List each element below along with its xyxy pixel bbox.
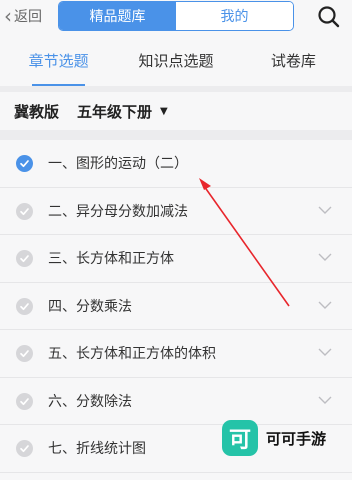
question-source-tabs: 章节选题 知识点选题 试卷库 [0, 34, 352, 86]
chapter-label: 六、分数除法 [48, 393, 132, 410]
edition-label[interactable]: 冀教版 [14, 101, 59, 122]
chevron-down-icon[interactable] [318, 253, 332, 262]
back-label: 返回 [14, 9, 42, 25]
chapter-row[interactable]: 二、异分母分数加减法 [0, 188, 352, 235]
chapter-label: 一、图形的运动（二） [48, 156, 188, 173]
chevron-down-icon[interactable] [318, 396, 332, 405]
tab-paper-bank[interactable]: 试卷库 [235, 34, 352, 86]
check-circle-icon[interactable] [16, 345, 33, 362]
tab-chapter-select[interactable]: 章节选题 [0, 34, 117, 86]
check-circle-icon[interactable] [16, 297, 33, 315]
chapter-label: 二、异分母分数加减法 [48, 203, 188, 220]
segmented-control: 精品题库 我的 [58, 1, 294, 31]
search-icon[interactable] [316, 4, 342, 30]
check-circle-icon[interactable] [16, 250, 33, 267]
check-circle-icon[interactable] [16, 155, 33, 172]
watermark-logo: 可 [222, 420, 258, 456]
caret-down-icon: ▼ [160, 105, 168, 117]
tab-chapter-select-label: 章节选题 [28, 51, 89, 70]
top-bar: ‹ 返回 精品题库 我的 [0, 0, 352, 34]
section-divider [0, 130, 352, 140]
chapter-label: 四、分数乘法 [48, 298, 132, 315]
tab-knowledge-select-label: 知识点选题 [138, 51, 214, 70]
chapter-row[interactable]: 六、分数除法 [0, 378, 352, 425]
check-circle-icon[interactable] [16, 202, 33, 220]
chapter-label: 七、折线统计图 [48, 441, 146, 458]
chapter-row[interactable]: 五、长方体和正方体的体积 [0, 330, 352, 378]
grade-dropdown[interactable]: 五年级下册 ▼ [77, 101, 168, 122]
chapter-label: 五、长方体和正方体的体积 [48, 346, 216, 363]
chevron-left-icon: ‹ [4, 4, 12, 28]
watermark-text: 可可手游 [266, 430, 327, 448]
chapter-row[interactable]: 三、长方体和正方体 [0, 235, 352, 283]
check-circle-icon[interactable] [16, 440, 33, 457]
tab-paper-bank-label: 试卷库 [270, 51, 316, 70]
segment-mine[interactable]: 我的 [176, 2, 293, 30]
chevron-down-icon[interactable] [318, 348, 332, 357]
tab-knowledge-select[interactable]: 知识点选题 [117, 34, 234, 86]
segment-featured-bank[interactable]: 精品题库 [59, 2, 176, 30]
watermark-logo-char: 可 [228, 428, 251, 453]
chevron-down-icon[interactable] [318, 206, 332, 215]
chapter-row[interactable]: 四、分数乘法 [0, 283, 352, 330]
chevron-down-icon[interactable] [318, 301, 332, 310]
textbook-filter: 冀教版 五年级下册 ▼ [0, 92, 352, 130]
check-circle-icon[interactable] [16, 392, 33, 410]
chapter-row[interactable]: 一、图形的运动（二） [0, 140, 352, 188]
chapter-label: 三、长方体和正方体 [48, 251, 174, 268]
grade-label: 五年级下册 [77, 102, 153, 121]
back-button[interactable]: ‹ 返回 [4, 5, 42, 27]
